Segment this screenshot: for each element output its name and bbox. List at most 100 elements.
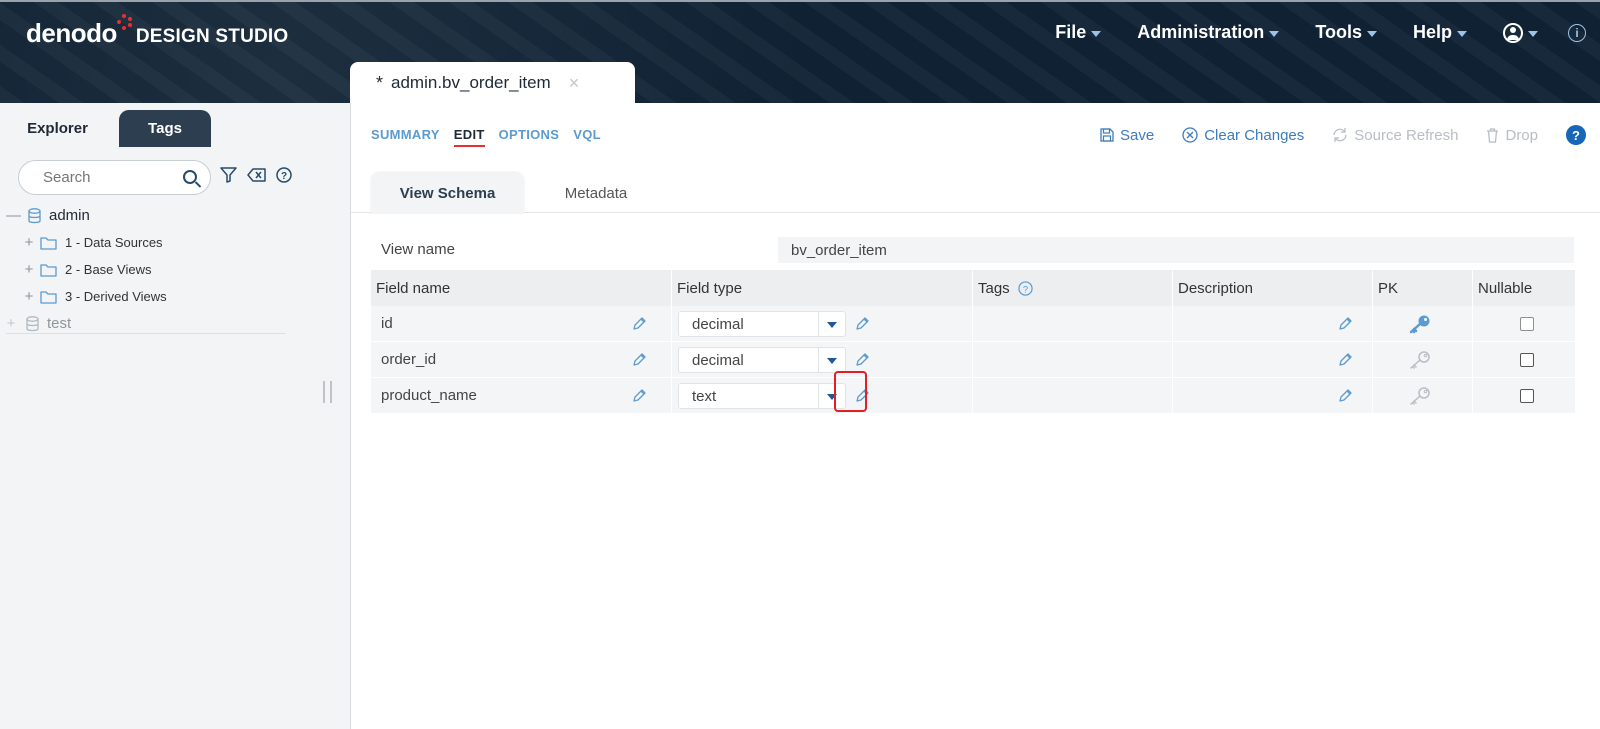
top-menu: File Administration Tools Help i <box>1019 22 1586 43</box>
edit-pencil-icon[interactable] <box>631 388 647 404</box>
tags-cell[interactable] <box>973 306 1173 341</box>
search-input[interactable] <box>43 169 168 186</box>
table-row: order_id decimal <box>371 342 1576 378</box>
field-name-cell[interactable]: product_name <box>371 378 672 413</box>
clear-icon <box>1182 127 1198 143</box>
tree-item-data-sources[interactable]: + 1 - Data Sources <box>0 229 290 256</box>
field-type-select[interactable]: text <box>678 383 846 409</box>
expand-icon[interactable]: + <box>22 261 36 278</box>
menu-tools[interactable]: Tools <box>1315 22 1377 43</box>
help-icon[interactable]: ? <box>276 167 292 183</box>
table-row: id decimal <box>371 306 1576 342</box>
tab-vql[interactable]: VQL <box>573 127 601 147</box>
caret-down-icon <box>827 322 837 328</box>
document-tab[interactable]: * admin.bv_order_item × <box>350 62 635 104</box>
edit-pencil-icon[interactable] <box>854 316 870 332</box>
nullable-cell <box>1473 378 1576 413</box>
main-panel: SUMMARY EDIT OPTIONS VQL Save Clear Chan… <box>350 103 1600 729</box>
help-icon[interactable]: ? <box>1566 125 1586 145</box>
folder-icon <box>40 290 57 304</box>
tags-cell[interactable] <box>973 342 1173 377</box>
folder-icon <box>40 263 57 277</box>
nullable-checkbox[interactable] <box>1520 353 1534 367</box>
pk-cell[interactable] <box>1373 342 1473 377</box>
clear-filter-icon[interactable] <box>247 168 266 182</box>
grid-header: Field name Field type Tags ? Description… <box>371 270 1576 306</box>
field-name-cell[interactable]: id <box>371 306 672 341</box>
edit-pencil-icon[interactable] <box>854 352 870 368</box>
tab-edit[interactable]: EDIT <box>453 127 485 147</box>
nullable-checkbox[interactable] <box>1520 389 1534 403</box>
caret-down-icon <box>827 358 837 364</box>
folder-icon <box>40 236 57 250</box>
collapse-icon[interactable]: — <box>6 207 21 224</box>
trash-icon <box>1487 127 1499 143</box>
column-header: PK <box>1373 270 1473 306</box>
document-title: admin.bv_order_item <box>391 73 551 92</box>
pk-cell[interactable] <box>1373 306 1473 341</box>
caret-down-icon <box>1366 30 1377 37</box>
tab-view-schema[interactable]: View Schema <box>371 173 524 214</box>
help-icon[interactable]: ? <box>1018 280 1033 296</box>
action-toolbar: Save Clear Changes Source Refresh Drop ? <box>1100 125 1600 145</box>
source-refresh-button[interactable]: Source Refresh <box>1332 127 1458 144</box>
edit-pencil-icon[interactable] <box>1337 316 1353 332</box>
svg-text:?: ? <box>281 171 287 182</box>
expand-icon[interactable]: + <box>4 315 18 332</box>
column-header: Description <box>1173 270 1373 306</box>
field-type-select[interactable]: decimal <box>678 347 846 373</box>
tab-metadata[interactable]: Metadata <box>541 173 651 214</box>
explorer-panel: ? — admin + 1 - Data Sources + 2 - Base … <box>0 147 350 729</box>
filter-icon[interactable] <box>220 167 237 183</box>
column-header: Field type <box>672 270 973 306</box>
field-type-select[interactable]: decimal <box>678 311 846 337</box>
info-icon[interactable]: i <box>1568 23 1586 42</box>
menu-administration[interactable]: Administration <box>1137 22 1280 43</box>
edit-pencil-icon[interactable] <box>631 352 647 368</box>
top-bar: denodo DESIGN STUDIO File Administration… <box>0 0 1600 103</box>
tab-options[interactable]: OPTIONS <box>499 127 560 147</box>
edit-pencil-icon[interactable] <box>631 316 647 332</box>
table-row: product_name text <box>371 378 1576 414</box>
expand-icon[interactable]: + <box>22 288 36 305</box>
close-icon[interactable]: × <box>569 73 580 94</box>
edit-pencil-icon[interactable] <box>1337 388 1353 404</box>
panel-splitter[interactable] <box>323 381 332 403</box>
search-icon[interactable] <box>183 170 197 184</box>
refresh-icon <box>1333 128 1347 142</box>
search-box <box>18 160 211 195</box>
drop-button[interactable]: Drop <box>1486 127 1538 144</box>
tree-item-admin[interactable]: — admin <box>0 202 290 229</box>
nullable-checkbox[interactable] <box>1520 317 1534 331</box>
expand-icon[interactable]: + <box>22 234 36 251</box>
tab-explorer[interactable]: Explorer <box>0 110 115 147</box>
key-icon[interactable] <box>1409 314 1431 334</box>
menu-file[interactable]: File <box>1055 22 1102 43</box>
inner-tabs: View Schema Metadata <box>351 167 1600 214</box>
user-menu[interactable] <box>1503 22 1538 43</box>
view-name-field[interactable]: bv_order_item <box>778 237 1574 263</box>
field-type-cell: decimal <box>672 306 973 341</box>
description-cell[interactable] <box>1173 342 1373 377</box>
description-cell[interactable] <box>1173 378 1373 413</box>
menu-help[interactable]: Help <box>1413 22 1467 43</box>
tree-item-derived-views[interactable]: + 3 - Derived Views <box>0 283 290 310</box>
edit-pencil-icon[interactable] <box>1337 352 1353 368</box>
save-button[interactable]: Save <box>1100 127 1154 144</box>
key-outline-icon[interactable] <box>1409 350 1431 370</box>
explorer-tree: — admin + 1 - Data Sources + 2 - Base Vi… <box>0 202 290 337</box>
caret-down-icon <box>1457 30 1467 37</box>
denodo-logo: denodo DESIGN STUDIO <box>26 14 288 49</box>
clear-changes-button[interactable]: Clear Changes <box>1182 127 1304 144</box>
field-name-cell[interactable]: order_id <box>371 342 672 377</box>
key-outline-icon[interactable] <box>1409 386 1431 406</box>
tags-cell[interactable] <box>973 378 1173 413</box>
description-cell[interactable] <box>1173 306 1373 341</box>
sidebar-tabs: Explorer Tags <box>0 110 211 147</box>
svg-text:?: ? <box>1023 284 1028 294</box>
database-icon <box>28 207 41 223</box>
tab-summary[interactable]: SUMMARY <box>371 127 440 147</box>
pk-cell[interactable] <box>1373 378 1473 413</box>
tab-tags[interactable]: Tags <box>119 110 211 147</box>
tree-item-base-views[interactable]: + 2 - Base Views <box>0 256 290 283</box>
